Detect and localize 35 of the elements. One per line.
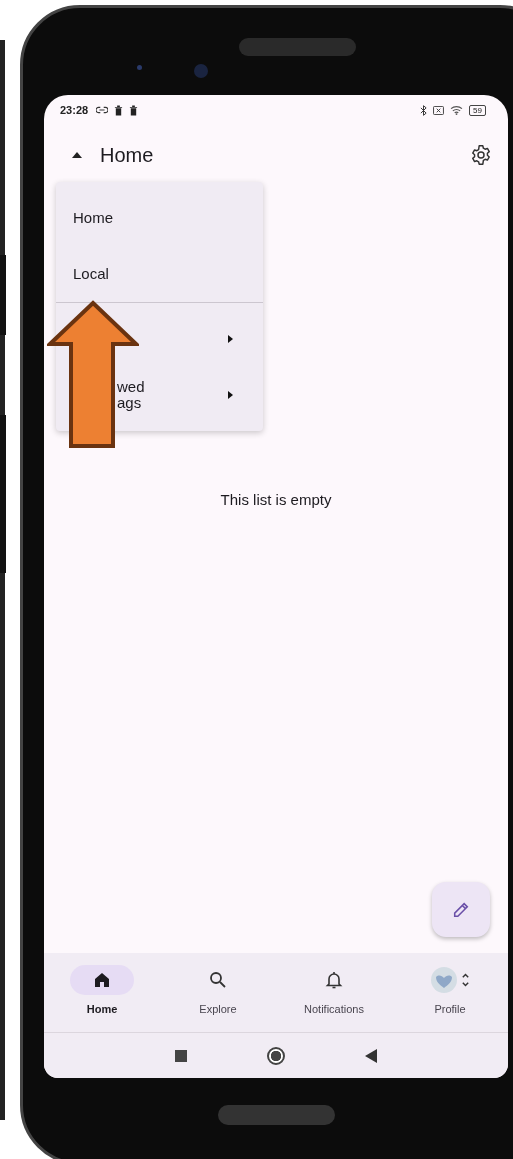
trash-icon	[114, 104, 124, 116]
bluetooth-icon	[420, 104, 428, 116]
menu-item[interactable]: Home	[56, 190, 263, 246]
menu-item[interactable]: Local	[56, 246, 263, 302]
search-icon	[208, 970, 228, 990]
recents-button[interactable]	[175, 1049, 187, 1062]
empty-message: This list is empty	[220, 490, 332, 508]
home-button[interactable]	[267, 1046, 285, 1065]
avatar-icon	[430, 967, 457, 993]
submenu-arrow-icon	[228, 335, 233, 343]
link-icon	[96, 106, 109, 114]
nav-tab[interactable]: Notifications	[276, 953, 392, 1032]
nav-tab[interactable]: Profile	[392, 953, 508, 1032]
menu-item-label: Home	[73, 210, 114, 226]
back-button[interactable]	[365, 1048, 377, 1063]
no-sim-icon	[433, 105, 445, 115]
status-time: 23:28	[60, 104, 89, 116]
pencil-icon	[452, 900, 470, 919]
home-icon	[92, 970, 112, 990]
menu-item[interactable]: wed ags	[56, 367, 263, 423]
camera-icon	[194, 64, 208, 78]
feed-title[interactable]: Home	[100, 143, 154, 167]
chevron-up-down-icon	[460, 971, 470, 989]
wifi-icon	[450, 105, 464, 115]
camera-icon	[137, 65, 142, 70]
bell-icon	[324, 970, 344, 990]
menu-item-label: Local	[73, 266, 110, 282]
nav-tab[interactable]: Explore	[160, 953, 276, 1032]
caret-icon[interactable]	[72, 152, 82, 158]
menu-item-label: wed ags	[116, 379, 146, 411]
trash-icon	[129, 104, 139, 116]
submenu-arrow-icon	[228, 391, 233, 399]
settings-icon[interactable]	[470, 144, 492, 166]
nav-tab[interactable]: Home	[44, 953, 160, 1032]
battery-level: 59	[469, 104, 486, 116]
